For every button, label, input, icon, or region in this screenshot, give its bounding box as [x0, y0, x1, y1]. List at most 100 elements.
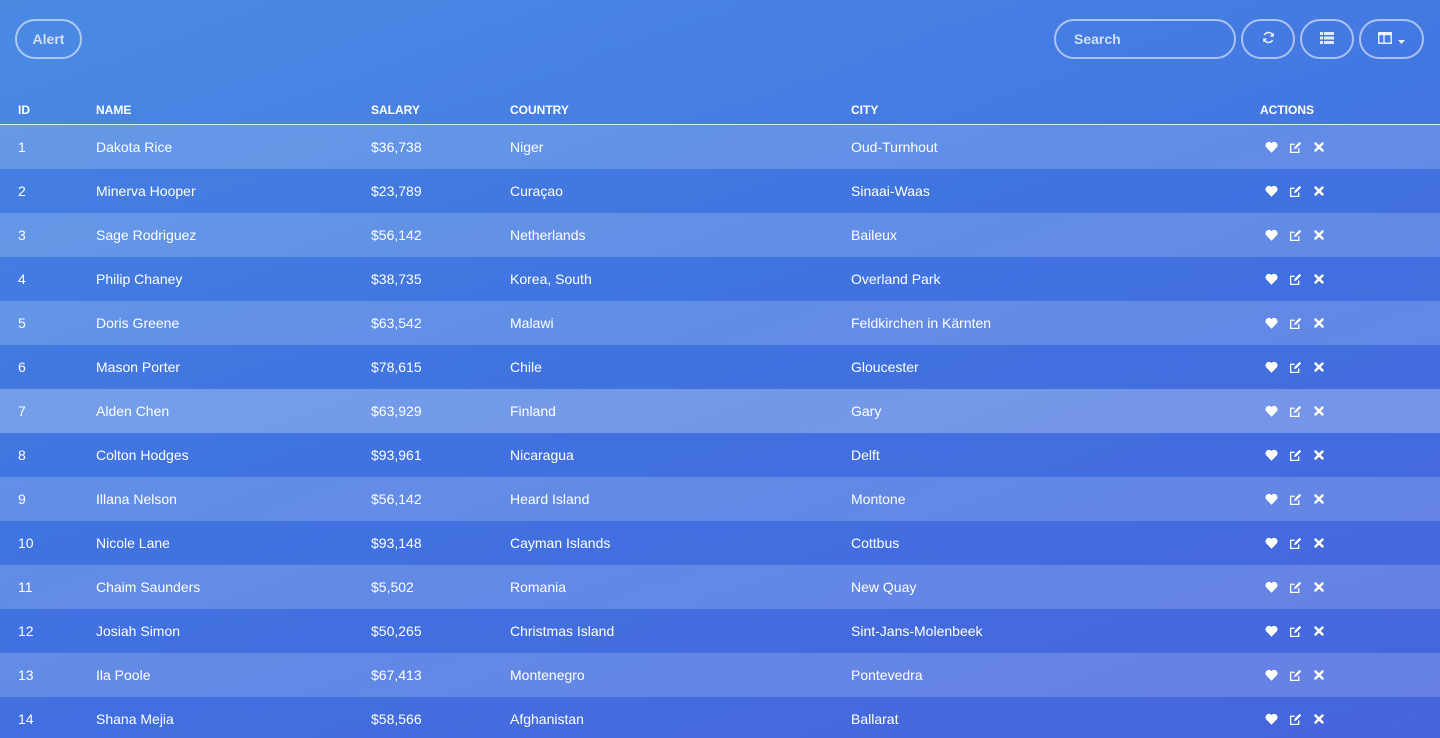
- table-row[interactable]: 14 Shana Mejia $58,566 Afghanistan Ballarat: [0, 697, 1440, 738]
- table-row[interactable]: 13 Ila Poole $67,413 Montenegro Pontevedra: [0, 653, 1440, 697]
- table-row[interactable]: 9 Illana Nelson $56,142 Heard Island Montone: [0, 477, 1440, 521]
- remove-button[interactable]: [1312, 404, 1326, 418]
- table-row[interactable]: 1 Dakota Rice $36,738 Niger Oud-Turnhout: [0, 124, 1440, 169]
- edit-icon: [1289, 669, 1302, 682]
- columns-dropdown-button[interactable]: [1359, 19, 1424, 59]
- edit-button[interactable]: [1288, 624, 1302, 638]
- cell-id: 12: [0, 609, 96, 653]
- edit-button[interactable]: [1288, 580, 1302, 594]
- table-row[interactable]: 5 Doris Greene $63,542 Malawi Feldkirchen in…: [0, 301, 1440, 345]
- edit-button[interactable]: [1288, 404, 1302, 418]
- cell-city: Delft: [851, 433, 1260, 477]
- like-button[interactable]: [1264, 492, 1278, 506]
- table-row[interactable]: 6 Mason Porter $78,615 Chile Gloucester: [0, 345, 1440, 389]
- table-header: ID Name Salary Country City Actions: [0, 96, 1440, 125]
- cell-city: Pontevedra: [851, 653, 1260, 697]
- close-icon: [1314, 670, 1324, 680]
- edit-icon: [1289, 537, 1302, 550]
- remove-button[interactable]: [1312, 316, 1326, 330]
- remove-button[interactable]: [1312, 184, 1326, 198]
- list-view-button[interactable]: [1300, 19, 1354, 59]
- heart-icon: [1264, 537, 1278, 549]
- cell-name: Dakota Rice: [96, 124, 371, 169]
- cell-name: Philip Chaney: [96, 257, 371, 301]
- edit-button[interactable]: [1288, 316, 1302, 330]
- edit-button[interactable]: [1288, 448, 1302, 462]
- like-button[interactable]: [1264, 272, 1278, 286]
- edit-button[interactable]: [1288, 536, 1302, 550]
- cell-id: 11: [0, 565, 96, 609]
- table-row[interactable]: 8 Colton Hodges $93,961 Nicaragua Delft: [0, 433, 1440, 477]
- edit-button[interactable]: [1288, 228, 1302, 242]
- edit-button[interactable]: [1288, 712, 1302, 726]
- edit-button[interactable]: [1288, 492, 1302, 506]
- like-button[interactable]: [1264, 184, 1278, 198]
- cell-id: 1: [0, 124, 96, 169]
- remove-button[interactable]: [1312, 536, 1326, 550]
- like-button[interactable]: [1264, 448, 1278, 462]
- like-button[interactable]: [1264, 580, 1278, 594]
- like-button[interactable]: [1264, 536, 1278, 550]
- edit-button[interactable]: [1288, 184, 1302, 198]
- like-button[interactable]: [1264, 360, 1278, 374]
- table-row[interactable]: 12 Josiah Simon $50,265 Christmas Island Sin…: [0, 609, 1440, 653]
- row-actions: [1260, 433, 1440, 477]
- cell-id: 8: [0, 433, 96, 477]
- cell-actions: [1260, 609, 1440, 653]
- table-row[interactable]: 10 Nicole Lane $93,148 Cayman Islands Cottbu…: [0, 521, 1440, 565]
- remove-button[interactable]: [1312, 360, 1326, 374]
- cell-id: 2: [0, 169, 96, 213]
- table-row[interactable]: 4 Philip Chaney $38,735 Korea, South Overlan…: [0, 257, 1440, 301]
- remove-button[interactable]: [1312, 228, 1326, 242]
- cell-country: Curaçao: [510, 169, 851, 213]
- heart-icon: [1264, 185, 1278, 197]
- cell-name: Sage Rodriguez: [96, 213, 371, 257]
- edit-button[interactable]: [1288, 360, 1302, 374]
- cell-salary: $93,148: [371, 521, 510, 565]
- cell-salary: $50,265: [371, 609, 510, 653]
- remove-button[interactable]: [1312, 272, 1326, 286]
- like-button[interactable]: [1264, 712, 1278, 726]
- edit-button[interactable]: [1288, 272, 1302, 286]
- column-header-city[interactable]: City: [851, 96, 1260, 125]
- column-header-country[interactable]: Country: [510, 96, 851, 125]
- remove-button[interactable]: [1312, 580, 1326, 594]
- refresh-button[interactable]: [1241, 19, 1295, 59]
- search-input[interactable]: [1072, 30, 1226, 48]
- remove-button[interactable]: [1312, 492, 1326, 506]
- like-button[interactable]: [1264, 316, 1278, 330]
- table-row[interactable]: 2 Minerva Hooper $23,789 Curaçao Sinaai-Waas: [0, 169, 1440, 213]
- remove-button[interactable]: [1312, 140, 1326, 154]
- like-button[interactable]: [1264, 228, 1278, 242]
- remove-button[interactable]: [1312, 712, 1326, 726]
- column-header-id[interactable]: ID: [0, 96, 96, 125]
- remove-button[interactable]: [1312, 448, 1326, 462]
- heart-icon: [1264, 229, 1278, 241]
- heart-icon: [1264, 581, 1278, 593]
- cell-actions: [1260, 257, 1440, 301]
- like-button[interactable]: [1264, 404, 1278, 418]
- remove-button[interactable]: [1312, 668, 1326, 682]
- table-body: 1 Dakota Rice $36,738 Niger Oud-Turnhout 2 Min…: [0, 124, 1440, 738]
- edit-button[interactable]: [1288, 140, 1302, 154]
- alert-button[interactable]: Alert: [15, 19, 82, 59]
- table-row[interactable]: 7 Alden Chen $63,929 Finland Gary: [0, 389, 1440, 433]
- remove-button[interactable]: [1312, 624, 1326, 638]
- cell-salary: $63,929: [371, 389, 510, 433]
- cell-name: Alden Chen: [96, 389, 371, 433]
- edit-button[interactable]: [1288, 668, 1302, 682]
- cell-city: Overland Park: [851, 257, 1260, 301]
- table-row[interactable]: 11 Chaim Saunders $5,502 Romania New Quay: [0, 565, 1440, 609]
- cell-id: 5: [0, 301, 96, 345]
- edit-icon: [1289, 581, 1302, 594]
- column-header-salary[interactable]: Salary: [371, 96, 510, 125]
- heart-icon: [1264, 317, 1278, 329]
- cell-country: Korea, South: [510, 257, 851, 301]
- like-button[interactable]: [1264, 140, 1278, 154]
- column-header-name[interactable]: Name: [96, 96, 371, 125]
- like-button[interactable]: [1264, 624, 1278, 638]
- row-actions: [1260, 609, 1440, 653]
- like-button[interactable]: [1264, 668, 1278, 682]
- table-row[interactable]: 3 Sage Rodriguez $56,142 Netherlands Baileux: [0, 213, 1440, 257]
- cell-country: Niger: [510, 124, 851, 169]
